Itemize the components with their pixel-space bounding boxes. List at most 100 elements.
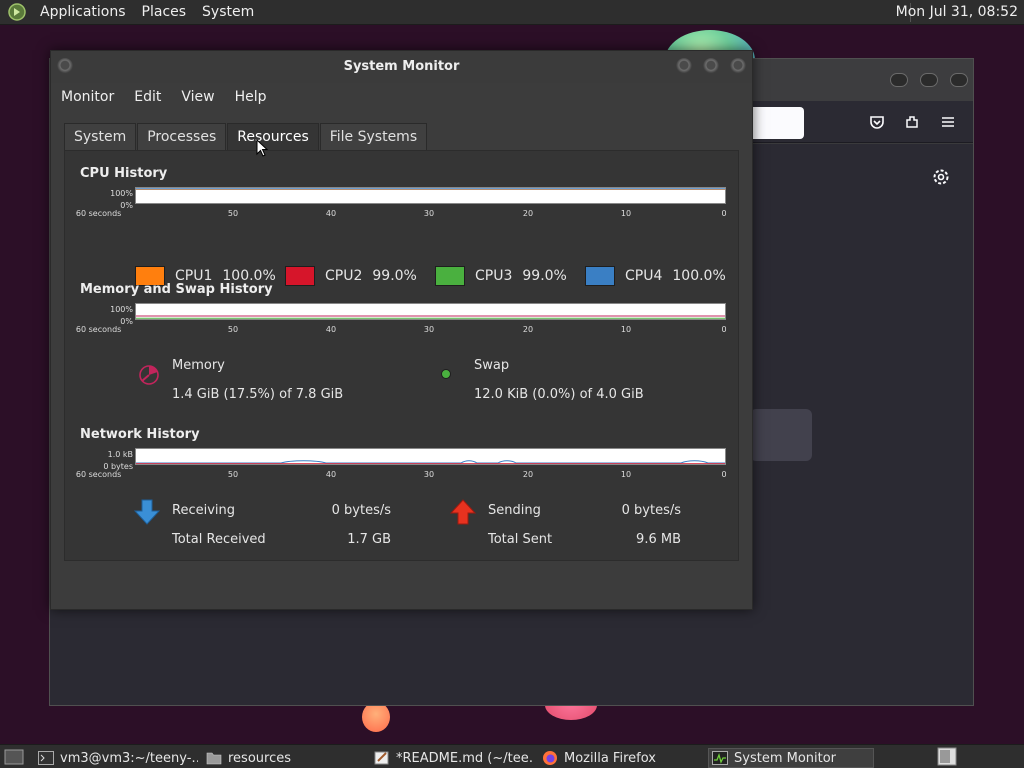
x-tick-label: 20: [522, 209, 534, 218]
total-received-label: Total Received: [172, 532, 266, 547]
x-tick-label: 0: [721, 209, 727, 218]
cpu4-label: CPU4: [625, 268, 663, 284]
resources-panel: CPU History 100% 0% 60 seconds 50 40 30 …: [64, 150, 739, 561]
network-history-graph: 1.0 kB 0 bytes 60 seconds 50 40 30 20 10…: [76, 448, 727, 482]
network-history-title: Network History: [80, 427, 200, 442]
applications-menu[interactable]: Applications: [32, 4, 134, 20]
taskbar-item-system-monitor[interactable]: System Monitor: [708, 748, 874, 768]
total-sent-label: Total Sent: [488, 532, 553, 547]
cpu2-color-swatch[interactable]: [285, 266, 315, 286]
x-tick-label: 50: [227, 470, 239, 479]
taskbar-item-firefox[interactable]: Mozilla Firefox: [542, 748, 702, 768]
y-tick-label: 100%: [110, 189, 133, 198]
window-title: System Monitor: [343, 59, 460, 74]
network-graph-canvas: [135, 448, 726, 465]
places-menu[interactable]: Places: [134, 4, 195, 20]
taskbar-item-label: *README.md (~/tee…: [396, 750, 534, 766]
receiving-arrow-icon[interactable]: [134, 499, 160, 525]
gear-icon[interactable]: [930, 166, 952, 188]
tab-bar: System Processes Resources File Systems: [64, 123, 428, 150]
cpu2-legend-item: CPU2 99.0%: [285, 266, 435, 286]
x-tick-label: 0: [721, 325, 727, 334]
close-button[interactable]: [950, 73, 968, 87]
firefox-icon: [543, 751, 557, 765]
cpu-history-graph: 100% 0% 60 seconds 50 40 30 20 10 0: [76, 187, 727, 221]
text-editor-icon: [374, 751, 389, 765]
cpu2-value: 99.0%: [372, 268, 417, 284]
tab-system[interactable]: System: [64, 123, 137, 150]
minimize-button[interactable]: [890, 73, 908, 87]
folder-icon: [206, 752, 222, 765]
extensions-icon[interactable]: [900, 110, 924, 134]
maximize-button[interactable]: [703, 58, 719, 74]
x-tick-label: 60 seconds: [75, 470, 122, 479]
sending-arrow-icon[interactable]: [450, 499, 476, 525]
x-tick-label: 30: [423, 470, 435, 479]
close-button[interactable]: [730, 58, 746, 74]
cpu4-legend-item: CPU4 100.0%: [585, 266, 726, 286]
taskbar-item-terminal[interactable]: vm3@vm3:~/teeny-…: [38, 748, 198, 768]
pocket-icon[interactable]: [865, 110, 889, 134]
cpu3-value: 99.0%: [522, 268, 567, 284]
receiving-label: Receiving: [172, 503, 236, 518]
x-tick-label: 40: [325, 470, 337, 479]
taskbar-item-text-editor[interactable]: *README.md (~/tee…: [374, 748, 534, 768]
menu-monitor[interactable]: Monitor: [51, 89, 124, 105]
clock[interactable]: Mon Jul 31, 08:52: [896, 4, 1018, 20]
memory-history-graph: 100% 0% 60 seconds 50 40 30 20 10 0: [76, 303, 727, 337]
mouse-pointer-icon: [256, 139, 268, 157]
memory-graph-canvas: [135, 303, 726, 320]
new-tab-tile[interactable]: [750, 409, 812, 461]
y-tick-label: 1.0 kB: [107, 450, 133, 459]
sending-label: Sending: [488, 503, 541, 518]
menu-edit[interactable]: Edit: [124, 89, 171, 105]
memory-pie-icon[interactable]: [138, 364, 160, 386]
x-tick-label: 50: [227, 325, 239, 334]
show-desktop-icon[interactable]: [4, 748, 24, 766]
menu-view[interactable]: View: [171, 89, 224, 105]
distro-logo-icon[interactable]: [8, 3, 26, 21]
menu-help[interactable]: Help: [225, 89, 277, 105]
cpu3-legend-item: CPU3 99.0%: [435, 266, 585, 286]
swap-label: Swap: [474, 358, 510, 373]
x-tick-label: 30: [423, 325, 435, 334]
taskbar-item-label: System Monitor: [734, 750, 837, 766]
x-tick-label: 40: [325, 209, 337, 218]
system-menu[interactable]: System: [194, 4, 262, 20]
x-tick-label: 10: [620, 470, 632, 479]
x-tick-label: 30: [423, 209, 435, 218]
tab-processes[interactable]: Processes: [137, 123, 227, 150]
url-bar[interactable]: [746, 107, 804, 139]
x-tick-label: 60 seconds: [75, 325, 122, 334]
taskbar-item-label: resources: [228, 750, 292, 766]
terminal-icon: [38, 751, 54, 765]
cpu2-label: CPU2: [325, 268, 363, 284]
x-tick-label: 20: [522, 470, 534, 479]
memory-value: 1.4 GiB (17.5%) of 7.8 GiB: [172, 387, 344, 402]
taskbar-item-label: vm3@vm3:~/teeny-…: [60, 750, 198, 766]
cpu3-color-swatch[interactable]: [435, 266, 465, 286]
cpu-graph-canvas: [135, 187, 726, 204]
hamburger-menu-icon[interactable]: [936, 110, 960, 134]
swap-value: 12.0 KiB (0.0%) of 4.0 GiB: [474, 387, 644, 402]
menu-bar: Monitor Edit View Help: [51, 83, 752, 111]
window-titlebar[interactable]: System Monitor: [51, 51, 752, 83]
x-tick-label: 20: [522, 325, 534, 334]
tab-file-systems[interactable]: File Systems: [319, 123, 428, 150]
x-tick-label: 10: [620, 209, 632, 218]
minimize-button[interactable]: [676, 58, 692, 74]
total-received-value: 1.7 GB: [347, 532, 391, 547]
system-monitor-icon: [712, 751, 728, 765]
y-tick-label: 100%: [110, 305, 133, 314]
workspace-switcher-icon[interactable]: [937, 747, 957, 766]
cpu4-color-swatch[interactable]: [585, 266, 615, 286]
swap-pie-icon[interactable]: [439, 367, 453, 381]
taskbar-item-label: Mozilla Firefox: [564, 750, 656, 766]
wallpaper-shape: [362, 702, 390, 732]
x-tick-label: 10: [620, 325, 632, 334]
cpu3-label: CPU3: [475, 268, 513, 284]
tab-resources[interactable]: Resources: [227, 123, 319, 150]
sending-rate: 0 bytes/s: [621, 503, 681, 518]
taskbar-item-files[interactable]: resources: [206, 748, 366, 768]
maximize-button[interactable]: [920, 73, 938, 87]
